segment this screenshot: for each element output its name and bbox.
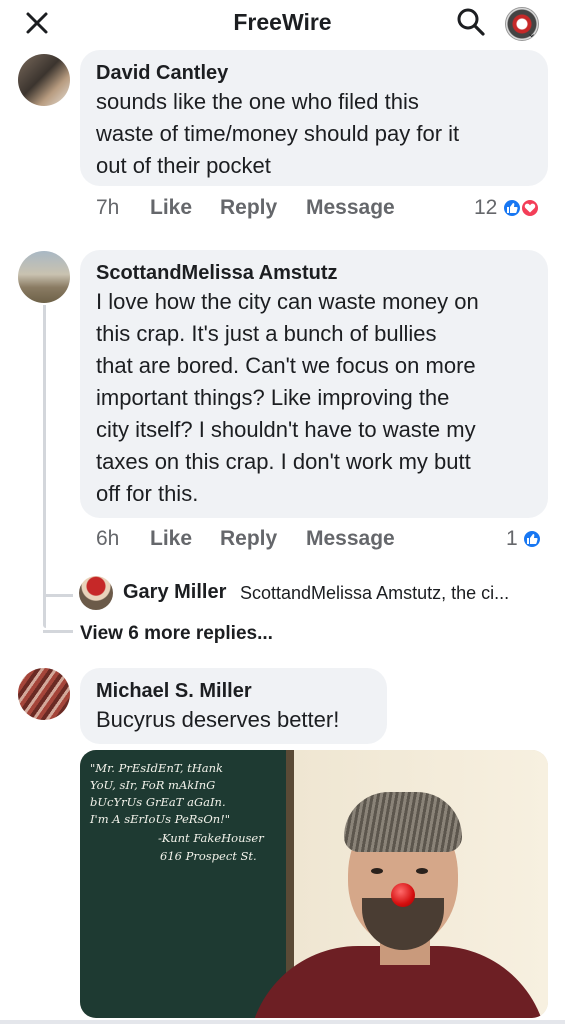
comment-author[interactable]: ScottandMelissa Amstutz (96, 260, 532, 286)
thread-line (43, 305, 46, 628)
comment-text-line: this crap. It's just a bunch of bullies (96, 321, 437, 346)
reaction-count[interactable]: 1 (506, 527, 518, 551)
bottom-divider (0, 1020, 565, 1024)
comment-text-line: Bucyrus deserves better! (96, 707, 340, 732)
comment-text-line: that are bored. Can't we focus on more (96, 353, 476, 378)
avatar[interactable] (18, 54, 70, 106)
comment-text-line: taxes on this crap. I don't work my butt (96, 449, 471, 474)
avatar[interactable] (18, 251, 70, 303)
chalkboard-text-line: bUcYrUs GrEaT aGaIn. (90, 795, 226, 809)
view-more-replies-link[interactable]: View 6 more replies... (80, 623, 273, 645)
comment-actions: 6h Like Reply Message (96, 527, 546, 557)
comment-text-line: I love how the city can waste money on (96, 289, 479, 314)
chalkboard-text-line: YoU, sIr, FoR mAkInG (90, 778, 216, 792)
chalkboard: "Mr. PrEsIdEnT, tHank YoU, sIr, FoR mAkI… (80, 750, 286, 1018)
comment-bubble[interactable]: ScottandMelissa Amstutz I love how the c… (80, 250, 548, 518)
comment-author[interactable]: Michael S. Miller (96, 678, 371, 704)
like-reaction-icon (502, 198, 522, 218)
chalkboard-text-line: I'm A sErIoUs PeRsOn!" (90, 812, 231, 826)
person-hair (344, 792, 462, 852)
clown-nose (391, 883, 415, 907)
comment-timestamp[interactable]: 7h (96, 196, 119, 220)
reaction-count[interactable]: 12 (474, 196, 497, 220)
chevron-down-icon[interactable]: ⌄ (527, 27, 536, 40)
avatar[interactable] (18, 668, 70, 720)
comment-text-line: sounds like the one who filed this (96, 89, 419, 114)
reply-author[interactable]: Gary Miller (123, 581, 226, 604)
thread-connector (43, 630, 73, 633)
chalkboard-text-line: 616 Prospect St. (160, 849, 257, 863)
reply-button[interactable]: Reply (220, 527, 277, 551)
comment-text-line: off for this. (96, 481, 199, 506)
comment-bubble[interactable]: David Cantley sounds like the one who fi… (80, 50, 548, 186)
thread-connector (43, 594, 73, 597)
top-bar: FreeWire ⌄ (0, 0, 565, 46)
like-button[interactable]: Like (150, 527, 192, 551)
comment-author[interactable]: David Cantley (96, 60, 532, 86)
message-button[interactable]: Message (306, 196, 395, 220)
love-reaction-icon (520, 198, 540, 218)
chalkboard-text-line: -Kunt FakeHouser (158, 831, 264, 845)
message-button[interactable]: Message (306, 527, 395, 551)
person-eye (416, 868, 428, 874)
comment-image[interactable]: "Mr. PrEsIdEnT, tHank YoU, sIr, FoR mAkI… (80, 750, 548, 1018)
avatar[interactable] (79, 576, 113, 610)
reply-button[interactable]: Reply (220, 196, 277, 220)
comment-text-line: out of their pocket (96, 153, 271, 178)
comment-text-line: waste of time/money should pay for it (96, 121, 460, 146)
like-reaction-icon (522, 529, 542, 549)
search-icon[interactable] (455, 6, 487, 38)
comment-timestamp[interactable]: 6h (96, 527, 119, 551)
person-eye (371, 868, 383, 874)
comment-bubble[interactable]: Michael S. Miller Bucyrus deserves bette… (80, 668, 387, 744)
chalkboard-text-line: "Mr. PrEsIdEnT, tHank (90, 761, 224, 775)
like-button[interactable]: Like (150, 196, 192, 220)
reply-preview-text[interactable]: ScottandMelissa Amstutz, the ci... (240, 583, 509, 604)
comment-text-line: city itself? I shouldn't have to waste m… (96, 417, 476, 442)
comment-text-line: important things? Like improving the (96, 385, 450, 410)
